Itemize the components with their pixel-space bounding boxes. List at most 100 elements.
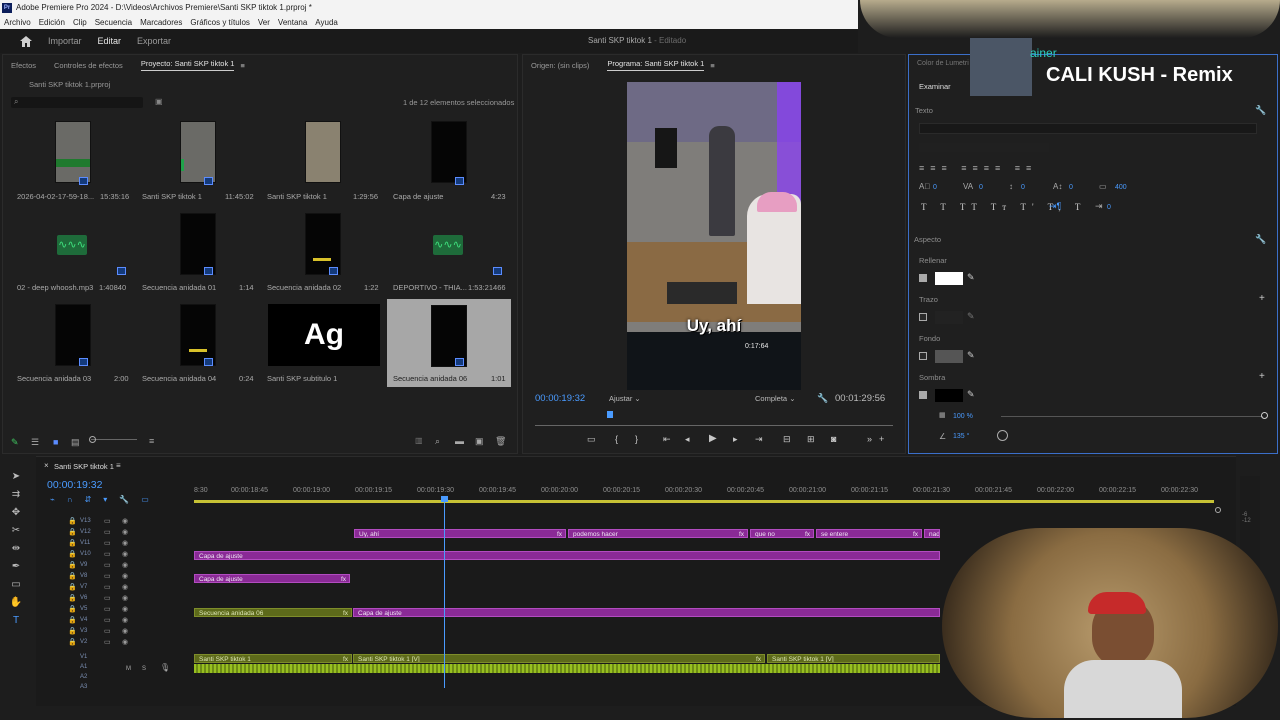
- menu-ver[interactable]: Ver: [258, 18, 270, 27]
- video-clip[interactable]: Santi SKP tiktok 1 [V]: [767, 654, 940, 663]
- track-label-v13[interactable]: V13: [80, 518, 94, 527]
- track-label-v5[interactable]: V5: [80, 606, 94, 615]
- font-style-dropdown[interactable]: [919, 143, 1049, 152]
- kerning-value[interactable]: 0: [979, 184, 983, 191]
- track-label-v8[interactable]: V8: [80, 573, 94, 582]
- tab-proyecto[interactable]: Proyecto: Santi SKP tiktok 1: [140, 59, 235, 71]
- quality-dropdown[interactable]: Completa ⌄: [755, 394, 795, 403]
- thumb-clip-3[interactable]: [305, 121, 341, 183]
- leading-icon[interactable]: ↕: [1009, 182, 1013, 191]
- tab-programa[interactable]: Programa: Santi SKP tiktok 1: [607, 59, 705, 71]
- freeform-view-icon[interactable]: ▤: [71, 437, 80, 448]
- zoom-slider[interactable]: [91, 439, 137, 440]
- adjustment-layer-clip[interactable]: Capa de ajuste: [353, 608, 940, 617]
- home-icon[interactable]: [20, 35, 32, 47]
- lock-icons[interactable]: 🔒 🔒 🔒 🔒 🔒 🔒 🔒 🔒 🔒 🔒 🔒 🔒: [68, 516, 78, 694]
- tab-examinar[interactable]: Examinar: [919, 82, 951, 91]
- hand-tool-icon[interactable]: ✋: [9, 596, 23, 610]
- thumb-clip-7[interactable]: [305, 213, 341, 275]
- eyedropper-icon[interactable]: ✎: [967, 350, 975, 361]
- tracking-icon[interactable]: A⃞: [919, 182, 930, 191]
- audio-waveform-clip[interactable]: [194, 664, 940, 673]
- track-label-v1[interactable]: V1: [80, 654, 94, 663]
- item-label[interactable]: Secuencia anidada 06: [393, 374, 467, 383]
- shadow-opacity[interactable]: 100 %: [953, 413, 973, 420]
- timeline-timecode[interactable]: 00:00:19:32: [47, 479, 102, 491]
- eyedropper-icon[interactable]: ✎: [967, 311, 975, 322]
- solo-button[interactable]: S: [142, 666, 146, 672]
- panel-menu-icon[interactable]: ≡: [710, 61, 714, 70]
- item-label[interactable]: Secuencia anidada 04: [142, 374, 216, 383]
- opacity-slider[interactable]: [1001, 416, 1263, 417]
- add-button-icon[interactable]: +: [879, 434, 884, 444]
- menu-edicion[interactable]: Edición: [39, 18, 65, 27]
- nav-exportar[interactable]: Exportar: [137, 36, 171, 46]
- tsume-icon[interactable]: ▭: [1099, 182, 1107, 191]
- item-label[interactable]: Santi SKP subtitulo 1: [267, 374, 337, 383]
- item-label[interactable]: 02 - deep whoosh.mp3: [17, 283, 93, 292]
- panel-menu-icon[interactable]: ≡: [240, 61, 244, 70]
- text-direction-icon[interactable]: ⇥¶: [1049, 201, 1061, 212]
- lift-icon[interactable]: ⊟: [783, 434, 791, 445]
- baseline-value[interactable]: 0: [1069, 184, 1073, 191]
- type-tool-icon[interactable]: T: [9, 614, 23, 628]
- new-bin-icon[interactable]: ▬: [455, 436, 464, 446]
- mark-out-icon[interactable]: }: [635, 434, 638, 444]
- font-dropdown[interactable]: [919, 123, 1257, 134]
- track-label-a1[interactable]: A1: [80, 664, 94, 673]
- scrub-bar[interactable]: [535, 425, 893, 426]
- kerning-icon[interactable]: VA: [963, 182, 973, 191]
- wrench-icon[interactable]: 🔧: [1255, 234, 1266, 245]
- tab-efectos[interactable]: Efectos: [11, 61, 36, 70]
- background-color-swatch[interactable]: [935, 350, 963, 363]
- thumb-clip-4[interactable]: [431, 121, 467, 183]
- adjustment-layer-clip[interactable]: Capa de ajuste fx: [194, 574, 350, 583]
- audio-waveform-icon[interactable]: ∿∿∿: [433, 235, 463, 255]
- playhead-line[interactable]: [444, 500, 445, 688]
- track-label-v2[interactable]: V2: [80, 639, 94, 648]
- panel-menu-icon[interactable]: ≡: [116, 461, 121, 470]
- toggle-icon[interactable]: ▭: [587, 434, 596, 445]
- item-label[interactable]: Secuencia anidada 02: [267, 283, 341, 292]
- zoom-slider-handle[interactable]: [89, 436, 96, 443]
- automate-icon[interactable]: ▥: [415, 436, 423, 445]
- eyedropper-icon[interactable]: ✎: [967, 389, 975, 400]
- track-label-v4[interactable]: V4: [80, 617, 94, 626]
- thumb-clip-6[interactable]: [180, 213, 216, 275]
- menu-clip[interactable]: Clip: [73, 18, 87, 27]
- tab-origen[interactable]: Origen: (sin clips): [531, 61, 589, 70]
- item-label[interactable]: DEPORTIVO - THIA...: [393, 283, 467, 292]
- item-label[interactable]: Secuencia anidada 03: [17, 374, 91, 383]
- go-to-in-icon[interactable]: ⇤: [663, 434, 671, 445]
- mark-in-icon[interactable]: {: [615, 434, 618, 444]
- pencil-icon[interactable]: ✎: [11, 437, 19, 448]
- icon-view-icon[interactable]: ■: [53, 437, 58, 447]
- zoom-handle[interactable]: [1215, 507, 1221, 513]
- selection-tool-icon[interactable]: ➤: [9, 470, 23, 484]
- extract-icon[interactable]: ⊞: [807, 434, 815, 445]
- scrub-playhead[interactable]: [607, 411, 613, 418]
- ripple-tool-icon[interactable]: ✥: [9, 506, 23, 520]
- step-back-icon[interactable]: ◂: [685, 434, 690, 445]
- item-label[interactable]: 2026-04-02-17-59-18...: [17, 192, 94, 201]
- thumb-clip-1[interactable]: [55, 121, 91, 183]
- track-label-v7[interactable]: V7: [80, 584, 94, 593]
- video-frame[interactable]: 0:17:64 Uy, ahí: [627, 82, 801, 390]
- text-graphic-thumb[interactable]: Ag: [268, 304, 380, 366]
- new-bin-icon[interactable]: ▣: [155, 97, 163, 106]
- audio-waveform-icon[interactable]: ∿∿∿: [57, 235, 87, 255]
- caption-clip[interactable]: podemos hacer fx: [568, 529, 748, 538]
- camera-icon[interactable]: ◙: [831, 434, 836, 444]
- stroke-color-swatch[interactable]: [935, 311, 963, 324]
- indent-icon[interactable]: ⇥: [1095, 201, 1103, 212]
- angle-dial[interactable]: [997, 430, 1008, 441]
- background-checkbox[interactable]: [919, 352, 927, 360]
- more-icon[interactable]: »: [867, 434, 872, 444]
- caption-clip[interactable]: se entere fx: [816, 529, 922, 538]
- close-tab-icon[interactable]: ×: [44, 461, 49, 470]
- caption-clip[interactable]: que no fx: [750, 529, 814, 538]
- search-input[interactable]: ⌕: [11, 97, 143, 108]
- eyedropper-icon[interactable]: ✎: [967, 272, 975, 283]
- menu-archivo[interactable]: Archivo: [4, 18, 31, 27]
- fit-dropdown[interactable]: Ajustar ⌄: [609, 394, 641, 403]
